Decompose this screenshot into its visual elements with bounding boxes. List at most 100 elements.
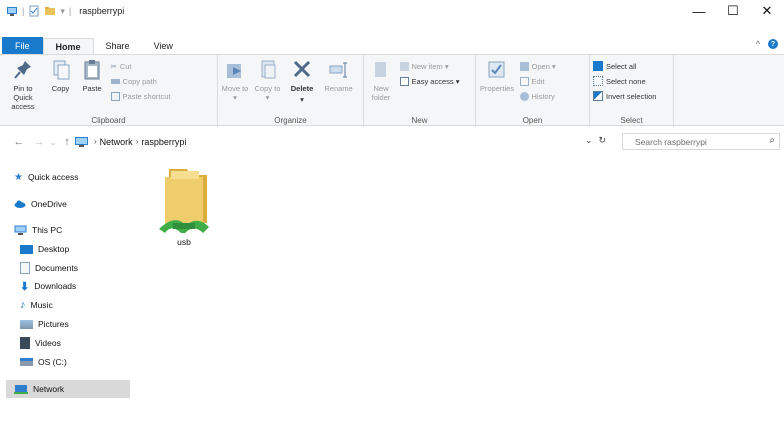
- select-group-label: Select: [620, 116, 643, 125]
- pin-icon: [14, 61, 31, 79]
- select-group: Select all Select none Invert selection …: [590, 55, 674, 127]
- search-input[interactable]: Search raspberrypi ⌕: [622, 133, 780, 150]
- paste-shortcut-button[interactable]: Paste shortcut: [110, 90, 171, 102]
- new-group-label: New: [411, 116, 428, 125]
- paste-button[interactable]: Paste: [78, 58, 106, 93]
- up-arrow-icon[interactable]: ↑: [60, 136, 74, 148]
- window-title: raspberrypi: [79, 6, 125, 16]
- history-button[interactable]: History: [519, 90, 556, 102]
- help-icon[interactable]: ?: [768, 39, 778, 49]
- tab-share[interactable]: Share: [94, 38, 142, 54]
- nav-item-quick-access[interactable]: ★ Quick access: [14, 168, 79, 186]
- new-folder-large-icon: [375, 62, 386, 77]
- pictures-icon: [20, 319, 33, 329]
- scissors-icon: ✂: [110, 61, 117, 71]
- new-item-button[interactable]: New item ▾: [399, 60, 460, 72]
- copy-button[interactable]: Copy: [48, 58, 74, 93]
- breadcrumb-raspberrypi[interactable]: raspberrypi: [141, 137, 186, 147]
- new-folder-button[interactable]: New folder: [367, 58, 395, 102]
- select-all-icon: [593, 61, 603, 71]
- delete-dropdown-icon[interactable]: ▾: [300, 95, 304, 104]
- tab-file[interactable]: File: [2, 37, 43, 54]
- drive-icon: [20, 358, 33, 366]
- explorer-window-icon[interactable]: [6, 5, 18, 17]
- minimize-button[interactable]: —: [682, 0, 716, 22]
- nav-item-music[interactable]: ♪ Music: [20, 296, 53, 314]
- select-all-button[interactable]: Select all: [593, 60, 656, 72]
- back-arrow-icon[interactable]: ←: [12, 136, 26, 148]
- close-button[interactable]: ✕: [750, 0, 784, 22]
- rename-icon: [329, 62, 347, 78]
- easy-access-button[interactable]: Easy access ▾: [399, 75, 459, 87]
- navigation-pane: ★ Quick access OneDrive This PC Desktop …: [0, 160, 134, 423]
- quick-access-toolbar: | ▾ | raspberrypi: [0, 5, 124, 17]
- paste-icon: [84, 60, 100, 80]
- properties-icon[interactable]: [28, 5, 40, 17]
- copy-to-button[interactable]: Copy to ▾: [254, 58, 282, 102]
- ribbon: Pin to Quick access Copy Paste ✂ Cut Copy…: [0, 54, 784, 127]
- download-arrow-icon: ⬇: [20, 280, 30, 293]
- file-list: usb: [134, 153, 784, 423]
- new-folder-icon[interactable]: [44, 5, 56, 17]
- clipboard-small-actions: ✂ Cut Copy path Paste shortcut: [110, 60, 171, 102]
- nav-item-os-drive[interactable]: OS (C:): [20, 353, 67, 371]
- nav-item-network[interactable]: Network: [6, 380, 130, 398]
- nav-item-desktop[interactable]: Desktop: [20, 240, 69, 258]
- open-icon: [519, 61, 529, 71]
- edit-button[interactable]: Edit: [519, 75, 556, 87]
- tab-view[interactable]: View: [142, 38, 185, 54]
- breadcrumb-separator[interactable]: ›: [94, 137, 97, 146]
- organize-group: Move to ▾ Copy to ▾ Delete ▾ Rename Orga…: [218, 55, 364, 127]
- breadcrumb-separator[interactable]: ›: [136, 137, 139, 146]
- computer-icon: [14, 225, 27, 235]
- shared-folder-item[interactable]: usb: [154, 163, 214, 247]
- nav-item-downloads[interactable]: ⬇ Downloads: [20, 277, 76, 295]
- title-bar: | ▾ | raspberrypi — ☐ ✕: [0, 0, 784, 22]
- properties-button[interactable]: Properties: [479, 58, 515, 93]
- file-name: usb: [177, 237, 191, 247]
- properties-check-icon: [488, 61, 505, 78]
- paste-shortcut-icon: [110, 91, 120, 101]
- desktop-icon: [20, 244, 33, 254]
- cut-button[interactable]: ✂ Cut: [111, 60, 171, 72]
- move-to-button[interactable]: Move to ▾: [221, 58, 249, 102]
- new-small-actions: New item ▾ Easy access ▾: [399, 60, 460, 87]
- edit-icon: [519, 76, 529, 86]
- history-icon: [519, 91, 529, 101]
- invert-selection-button[interactable]: Invert selection: [593, 90, 656, 102]
- open-button[interactable]: Open ▾: [519, 60, 556, 72]
- nav-item-pictures[interactable]: Pictures: [20, 315, 69, 333]
- search-icon[interactable]: ⌕: [769, 135, 775, 146]
- copy-path-button[interactable]: Copy path: [110, 75, 171, 87]
- address-bar[interactable]: › Network › raspberrypi: [74, 133, 614, 150]
- nav-item-videos[interactable]: Videos: [20, 334, 61, 352]
- pin-to-quick-access-button[interactable]: Pin to Quick access: [3, 58, 43, 111]
- invert-selection-icon: [593, 91, 603, 101]
- ribbon-right-controls: ^ ?: [756, 39, 778, 49]
- network-icon: [14, 384, 28, 394]
- address-dropdown-icon[interactable]: ⌄: [585, 135, 593, 146]
- new-group: New folder New item ▾ Easy access ▾ New: [364, 55, 476, 127]
- delete-button[interactable]: Delete ▾: [286, 58, 318, 104]
- refresh-icon[interactable]: ↻: [599, 135, 607, 146]
- expand-ribbon-icon[interactable]: ^: [756, 39, 760, 49]
- nav-item-this-pc[interactable]: This PC: [14, 221, 62, 239]
- forward-arrow-icon[interactable]: →: [32, 136, 46, 148]
- copy-icon: [53, 60, 70, 80]
- customize-qat-icon[interactable]: ▾: [60, 6, 65, 17]
- breadcrumb-network[interactable]: Network: [100, 137, 133, 147]
- select-none-button[interactable]: Select none: [593, 75, 656, 87]
- recent-locations-icon[interactable]: ⌄: [46, 138, 60, 147]
- music-note-icon: ♪: [20, 299, 26, 311]
- cloud-icon: [14, 200, 26, 208]
- nav-item-onedrive[interactable]: OneDrive: [14, 195, 67, 213]
- open-group-label: Open: [522, 116, 543, 125]
- qat-separator: |: [68, 6, 72, 16]
- organize-group-label: Organize: [274, 116, 307, 125]
- tab-home[interactable]: Home: [42, 38, 94, 54]
- new-item-icon: [399, 61, 409, 71]
- rename-button[interactable]: Rename: [323, 58, 355, 93]
- easy-access-icon: [399, 76, 409, 86]
- maximize-button[interactable]: ☐: [716, 0, 750, 22]
- nav-item-documents[interactable]: Documents: [20, 259, 78, 277]
